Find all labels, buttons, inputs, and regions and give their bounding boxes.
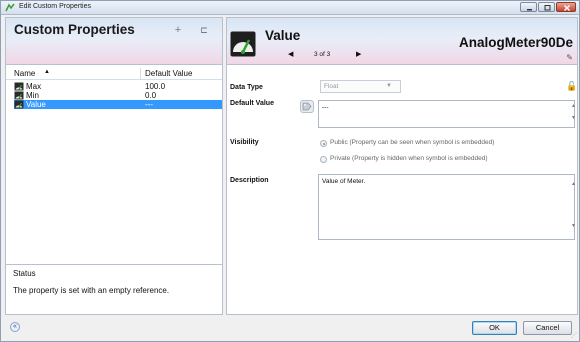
property-name: Value	[26, 100, 46, 109]
property-counter: 3 of 3	[314, 51, 331, 58]
dialog-footer: « OK Cancel ⋰	[1, 317, 579, 341]
property-default-value: ---	[145, 100, 153, 109]
default-value-input[interactable]: --- ▲ ▼	[318, 100, 576, 128]
custom-properties-panel: Custom Properties + ⊏ Name ▲ Default Val…	[5, 17, 223, 315]
property-default-value: 0.0	[145, 91, 157, 100]
chevron-down-icon: ▼	[386, 83, 392, 89]
edit-icon[interactable]: ✎	[566, 53, 573, 62]
status-area: Status The property is set with an empty…	[6, 264, 222, 315]
panel-title: Custom Properties	[14, 22, 135, 37]
meter-property-icon	[14, 82, 24, 91]
visibility-public-radio[interactable]: Public (Property can be seen when symbol…	[320, 139, 575, 149]
symbol-name: AnalogMeter90De	[458, 35, 573, 50]
description-text: Value of Meter.	[322, 178, 366, 185]
edit-custom-properties-window: Edit Custom Properties Custom Properties…	[0, 0, 580, 342]
scrollbar[interactable]: ▲ ▼	[571, 181, 576, 229]
meter-property-icon	[14, 100, 24, 109]
column-separator[interactable]	[140, 68, 141, 79]
remove-property-icon[interactable]: ⊏	[198, 24, 210, 36]
radio-selected-icon	[320, 140, 327, 147]
collapse-panel-icon[interactable]: «	[10, 322, 20, 332]
next-property-icon[interactable]: ▶	[356, 50, 361, 58]
default-value-label: Default Value	[230, 100, 274, 107]
ok-button[interactable]: OK	[472, 321, 517, 335]
minimize-icon	[527, 9, 532, 11]
default-value-text: ---	[322, 104, 329, 111]
visibility-private-radio[interactable]: Private (Property is hidden when symbol …	[320, 155, 575, 165]
property-row-max[interactable]: Max 100.0	[14, 82, 222, 91]
property-title: Value	[265, 28, 301, 43]
meter-property-icon	[14, 91, 24, 100]
column-header-default-value[interactable]: Default Value	[145, 69, 192, 78]
app-icon	[5, 3, 15, 12]
resize-grip-icon[interactable]: ⋰	[571, 332, 577, 339]
visibility-label: Visibility	[230, 139, 259, 146]
description-input[interactable]: Value of Meter. ▲ ▼	[318, 174, 576, 240]
data-type-label: Data Type	[230, 84, 263, 91]
property-name: Min	[26, 91, 39, 100]
status-label: Status	[13, 269, 36, 278]
radio-unselected-icon	[320, 156, 327, 163]
tag-icon	[302, 102, 312, 111]
lock-icon[interactable]: 🔓	[566, 81, 577, 92]
visibility-public-text: Public (Property can be seen when symbol…	[330, 139, 495, 146]
maximize-icon	[544, 5, 551, 11]
close-icon	[563, 4, 571, 12]
analog-meter-icon	[230, 31, 256, 57]
property-list-header: Name ▲ Default Value	[6, 68, 222, 80]
visibility-private-text: Private (Property is hidden when symbol …	[330, 155, 488, 162]
right-panel-header: Value AnalogMeter90De ◀ 3 of 3 ▶ ✎	[227, 18, 577, 65]
data-type-value: Float	[324, 83, 339, 90]
window-title: Edit Custom Properties	[19, 3, 91, 10]
maximize-button[interactable]	[538, 2, 555, 12]
status-message: The property is set with an empty refere…	[13, 286, 170, 295]
description-label: Description	[230, 177, 269, 184]
data-type-select[interactable]: Float ▼	[320, 80, 401, 93]
scrollbar[interactable]: ▲ ▼	[571, 103, 576, 121]
minimize-button[interactable]	[520, 2, 537, 12]
property-name: Max	[26, 82, 42, 91]
property-row-value[interactable]: Value ---	[14, 100, 222, 109]
title-bar[interactable]: Edit Custom Properties	[1, 1, 579, 15]
property-default-value: 100.0	[145, 82, 166, 91]
cancel-button[interactable]: Cancel	[523, 321, 572, 335]
previous-property-icon[interactable]: ◀	[288, 50, 293, 58]
property-details-panel: Value AnalogMeter90De ◀ 3 of 3 ▶ ✎ Data …	[226, 17, 578, 315]
column-header-name[interactable]: Name	[14, 69, 35, 78]
sort-ascending-icon: ▲	[44, 69, 50, 75]
add-property-icon[interactable]: +	[172, 24, 184, 36]
left-panel-header: Custom Properties + ⊏	[6, 18, 222, 65]
tag-browse-button[interactable]	[300, 100, 314, 113]
property-row-min[interactable]: Min 0.0	[14, 91, 222, 100]
close-button[interactable]	[556, 2, 576, 12]
